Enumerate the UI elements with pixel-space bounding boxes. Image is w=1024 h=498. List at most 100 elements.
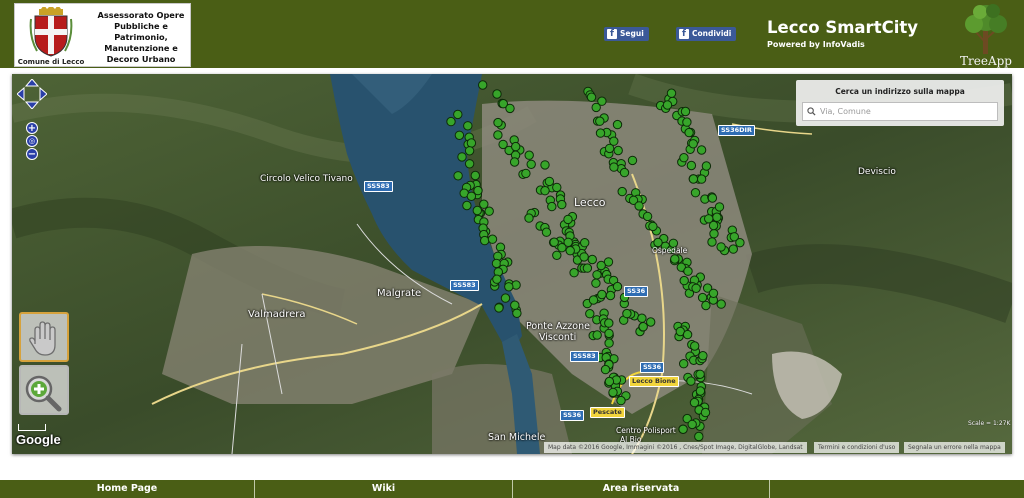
tree-marker[interactable] <box>612 119 623 130</box>
tree-marker[interactable] <box>709 229 719 239</box>
tree-marker[interactable] <box>682 117 692 127</box>
tree-marker[interactable] <box>596 260 606 271</box>
tree-marker[interactable] <box>683 266 693 276</box>
tree-marker[interactable] <box>686 376 696 386</box>
tree-marker[interactable] <box>637 313 647 323</box>
tree-marker[interactable] <box>608 387 618 398</box>
tree-marker[interactable] <box>454 130 465 140</box>
tree-marker[interactable] <box>540 160 550 170</box>
tree-marker[interactable] <box>697 292 708 303</box>
tree-marker[interactable] <box>694 431 704 442</box>
municipality-logo-box[interactable]: Comune di Lecco Assessorato Opere Pubbli… <box>14 3 191 67</box>
tree-marker[interactable] <box>487 234 498 244</box>
tree-marker[interactable] <box>600 364 611 375</box>
tree-marker[interactable] <box>695 369 705 379</box>
tree-marker[interactable] <box>648 221 658 232</box>
tree-marker[interactable] <box>642 211 653 222</box>
tree-marker[interactable] <box>708 288 719 299</box>
tree-marker[interactable] <box>686 160 697 171</box>
tree-marker[interactable] <box>638 322 648 332</box>
tree-marker[interactable] <box>716 242 726 252</box>
tree-marker[interactable] <box>619 167 630 178</box>
tree-marker[interactable] <box>688 174 699 184</box>
tree-marker[interactable] <box>604 338 614 348</box>
tree-marker[interactable] <box>646 317 656 327</box>
tree-marker[interactable] <box>662 100 673 110</box>
tree-marker[interactable] <box>524 150 534 160</box>
pan-hand-tool-button[interactable] <box>19 312 69 362</box>
tree-marker[interactable] <box>557 199 567 210</box>
tree-marker[interactable] <box>544 176 555 187</box>
tree-marker[interactable] <box>707 193 718 203</box>
tree-marker[interactable] <box>463 121 473 131</box>
map-terms-link[interactable]: Termini e condizioni d'uso <box>814 442 900 453</box>
tree-marker[interactable] <box>696 145 707 155</box>
tree-marker[interactable] <box>592 270 602 280</box>
zoom-tool-button[interactable] <box>19 365 69 415</box>
tree-marker[interactable] <box>696 174 707 184</box>
tree-marker[interactable] <box>479 199 489 209</box>
tree-marker[interactable] <box>678 424 688 434</box>
tree-marker[interactable] <box>509 157 520 167</box>
tree-marker[interactable] <box>666 88 677 98</box>
tree-marker[interactable] <box>462 200 472 211</box>
tree-marker[interactable] <box>521 168 531 179</box>
tree-marker[interactable] <box>680 106 691 117</box>
tree-marker[interactable] <box>494 303 504 313</box>
pan-control-icon[interactable] <box>17 79 47 109</box>
tree-marker[interactable] <box>595 116 605 126</box>
tree-marker[interactable] <box>700 407 711 418</box>
tree-marker[interactable] <box>552 182 562 193</box>
tree-marker[interactable] <box>682 329 693 340</box>
tree-marker[interactable] <box>512 308 522 319</box>
tree-marker[interactable] <box>557 243 567 253</box>
tree-marker[interactable] <box>634 201 644 211</box>
footer-empty-item[interactable] <box>770 480 1024 498</box>
tree-marker[interactable] <box>505 103 515 114</box>
tree-marker[interactable] <box>457 152 467 162</box>
tree-marker[interactable] <box>616 395 626 406</box>
tree-marker[interactable] <box>690 188 701 198</box>
tree-marker[interactable] <box>470 170 480 181</box>
tree-marker[interactable] <box>493 130 503 140</box>
tree-marker[interactable] <box>712 212 722 222</box>
tree-marker[interactable] <box>541 227 552 237</box>
tree-marker[interactable] <box>695 386 706 396</box>
facebook-share-button[interactable]: f Condividi <box>676 27 737 41</box>
tree-marker[interactable] <box>605 290 616 301</box>
tree-marker[interactable] <box>446 116 456 127</box>
tree-marker[interactable] <box>492 89 502 99</box>
tree-marker[interactable] <box>595 128 606 138</box>
tree-marker[interactable] <box>552 250 562 261</box>
tree-marker[interactable] <box>478 80 488 90</box>
tree-marker[interactable] <box>484 206 494 216</box>
tree-marker[interactable] <box>493 117 503 128</box>
footer-home-link[interactable]: Home Page <box>0 480 255 498</box>
address-search-input[interactable] <box>802 102 998 121</box>
tree-marker[interactable] <box>466 191 477 202</box>
satellite-map[interactable]: Circolo Velico Tivano Lecco Malgrate Val… <box>12 74 1012 454</box>
tree-marker[interactable] <box>591 278 601 288</box>
tree-marker[interactable] <box>547 201 557 212</box>
zoom-world-button[interactable]: ◎ <box>26 135 38 147</box>
tree-marker[interactable] <box>714 202 725 212</box>
tree-marker[interactable] <box>510 300 520 310</box>
tree-marker[interactable] <box>585 309 595 319</box>
tree-marker[interactable] <box>604 318 614 328</box>
tree-marker[interactable] <box>472 205 482 216</box>
tree-marker[interactable] <box>586 92 597 102</box>
tree-marker[interactable] <box>690 341 700 351</box>
tree-marker[interactable] <box>604 376 615 387</box>
tree-marker[interactable] <box>480 235 490 246</box>
footer-wiki-link[interactable]: Wiki <box>255 480 513 498</box>
tree-marker[interactable] <box>526 159 536 170</box>
tree-marker[interactable] <box>511 141 521 152</box>
tree-marker[interactable] <box>540 186 550 196</box>
tree-marker[interactable] <box>591 102 601 113</box>
tree-marker[interactable] <box>582 263 593 273</box>
tree-marker[interactable] <box>735 238 745 248</box>
zoom-out-button[interactable]: − <box>26 148 38 160</box>
facebook-follow-button[interactable]: f Segui <box>604 27 649 41</box>
tree-marker[interactable] <box>453 171 463 181</box>
tree-marker[interactable] <box>504 282 514 292</box>
